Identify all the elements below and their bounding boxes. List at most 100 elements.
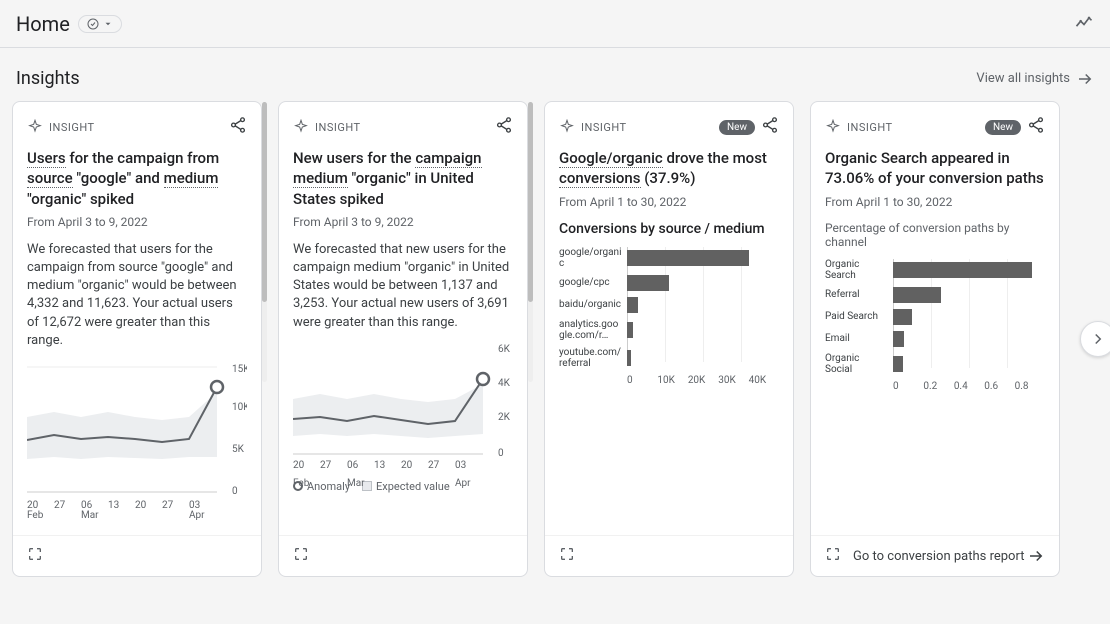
bar-row: Paid Search xyxy=(825,309,1045,325)
expand-icon[interactable] xyxy=(293,546,309,566)
new-badge: New xyxy=(985,120,1021,135)
share-icon[interactable] xyxy=(761,116,779,138)
chevron-down-icon xyxy=(103,19,113,29)
bar-row: youtube.com/referral xyxy=(559,347,779,369)
svg-text:27: 27 xyxy=(162,500,174,511)
date-range: From April 3 to 9, 2022 xyxy=(27,215,247,229)
svg-text:13: 13 xyxy=(108,500,119,511)
bar-fill xyxy=(893,356,903,372)
share-icon[interactable] xyxy=(229,116,247,138)
sparkle-icon xyxy=(293,119,309,135)
date-range: From April 1 to 30, 2022 xyxy=(559,195,779,209)
svg-text:2K: 2K xyxy=(498,412,511,423)
page-title: Home xyxy=(16,12,70,36)
chart-subhead: Conversions by source / medium xyxy=(559,221,779,237)
share-icon[interactable] xyxy=(495,116,513,138)
bar-axis: 010K20K30K40K xyxy=(627,375,779,386)
svg-text:Feb: Feb xyxy=(27,510,44,521)
chevron-right-icon xyxy=(1089,330,1107,348)
svg-text:15K: 15K xyxy=(232,364,247,375)
bar-fill xyxy=(893,287,941,303)
sparkle-icon xyxy=(559,119,575,135)
svg-text:20: 20 xyxy=(401,460,413,471)
insight-description: We forecasted that new users for the cam… xyxy=(293,241,513,332)
insight-title: Organic Search appeared in 73.06% of you… xyxy=(825,148,1045,189)
expand-icon[interactable] xyxy=(559,546,575,566)
insight-label: INSIGHT xyxy=(825,119,893,135)
svg-text:Mar: Mar xyxy=(81,510,99,521)
bar-label: baidu/organic xyxy=(559,299,627,310)
svg-text:10K: 10K xyxy=(232,402,247,413)
svg-text:13: 13 xyxy=(374,460,385,471)
insight-label: INSIGHT xyxy=(559,119,627,135)
bar-row: baidu/organic xyxy=(559,297,779,313)
bar-label: Organic Social xyxy=(825,353,893,375)
view-all-label: View all insights xyxy=(976,71,1070,86)
svg-text:6K: 6K xyxy=(498,344,511,355)
insight-card: INSIGHT Users for the campaign from sour… xyxy=(12,101,262,577)
bar-label: Referral xyxy=(825,289,893,300)
svg-text:Apr: Apr xyxy=(189,510,205,521)
bar-fill xyxy=(893,262,1032,278)
bar-row: Referral xyxy=(825,287,1045,303)
line-chart: 6K 4K 2K 0 20 27 06 13 20 27 03 FebMarAp… xyxy=(293,344,513,474)
svg-text:5K: 5K xyxy=(232,444,245,455)
next-button[interactable] xyxy=(1080,321,1110,357)
bar-chart: Organic Search Referral Paid Search Email Or… xyxy=(825,259,1045,392)
arrow-right-icon xyxy=(1027,547,1045,565)
insight-card: INSIGHT New users for the campaign mediu… xyxy=(278,101,528,577)
bar-chart: google/organic google/cpc baidu/organic ana… xyxy=(559,247,779,386)
insight-label: INSIGHT xyxy=(293,119,361,135)
expand-icon[interactable] xyxy=(27,546,43,566)
bar-row: Email xyxy=(825,331,1045,347)
svg-text:20: 20 xyxy=(293,460,305,471)
check-circle-icon xyxy=(87,18,99,30)
sparkle-icon xyxy=(27,119,43,135)
svg-text:27: 27 xyxy=(428,460,440,471)
bar-label: Email xyxy=(825,333,893,344)
expand-icon[interactable] xyxy=(825,546,841,566)
bar-fill xyxy=(627,250,749,266)
view-all-insights-link[interactable]: View all insights xyxy=(976,70,1094,88)
bar-fill xyxy=(627,350,631,366)
chart-subhead: Percentage of conversion paths by channe… xyxy=(825,221,1045,249)
bar-row: Organic Search xyxy=(825,259,1045,281)
bar-label: google/organic xyxy=(559,247,627,269)
date-range: From April 3 to 9, 2022 xyxy=(293,215,513,229)
insight-description: We forecasted that users for the campaig… xyxy=(27,241,247,350)
sparkle-icon xyxy=(825,119,841,135)
svg-text:03: 03 xyxy=(455,460,466,471)
bar-fill xyxy=(627,275,669,291)
insight-title: New users for the campaign medium "organ… xyxy=(293,148,513,209)
share-icon[interactable] xyxy=(1027,116,1045,138)
new-badge: New xyxy=(719,120,755,135)
status-pill[interactable] xyxy=(78,15,122,33)
cards-row: INSIGHT Users for the campaign from sour… xyxy=(0,101,1110,593)
insight-title: Google/organic drove the most conversion… xyxy=(559,148,779,189)
insight-card: INSIGHT New Google/organic drove the mos… xyxy=(544,101,794,577)
svg-text:27: 27 xyxy=(320,460,332,471)
svg-text:0: 0 xyxy=(232,486,238,497)
svg-text:20: 20 xyxy=(135,500,147,511)
bar-label: Organic Search xyxy=(825,259,893,281)
section-header: Insights View all insights xyxy=(0,48,1110,101)
bar-fill xyxy=(627,297,638,313)
bar-fill xyxy=(627,322,633,338)
section-title: Insights xyxy=(16,68,80,89)
bar-row: google/organic xyxy=(559,247,779,269)
bar-row: Organic Social xyxy=(825,353,1045,375)
insights-trend-icon[interactable] xyxy=(1074,12,1094,36)
insight-label: INSIGHT xyxy=(27,119,95,135)
line-chart: 15K 10K 5K 0 20Feb 27 06Mar 13 20 27 03A… xyxy=(27,362,247,522)
insight-title: Users for the campaign from source "goog… xyxy=(27,148,247,209)
bar-label: youtube.com/referral xyxy=(559,347,627,369)
bar-row: analytics.google.com/r… xyxy=(559,319,779,341)
bar-label: google/cpc xyxy=(559,277,627,288)
svg-text:4K: 4K xyxy=(498,378,511,389)
bar-label: analytics.google.com/r… xyxy=(559,319,627,341)
svg-text:27: 27 xyxy=(54,500,66,511)
footer-link[interactable]: Go to conversion paths report xyxy=(853,547,1045,565)
arrow-right-icon xyxy=(1076,70,1094,88)
bar-fill xyxy=(893,331,904,347)
date-range: From April 1 to 30, 2022 xyxy=(825,195,1045,209)
